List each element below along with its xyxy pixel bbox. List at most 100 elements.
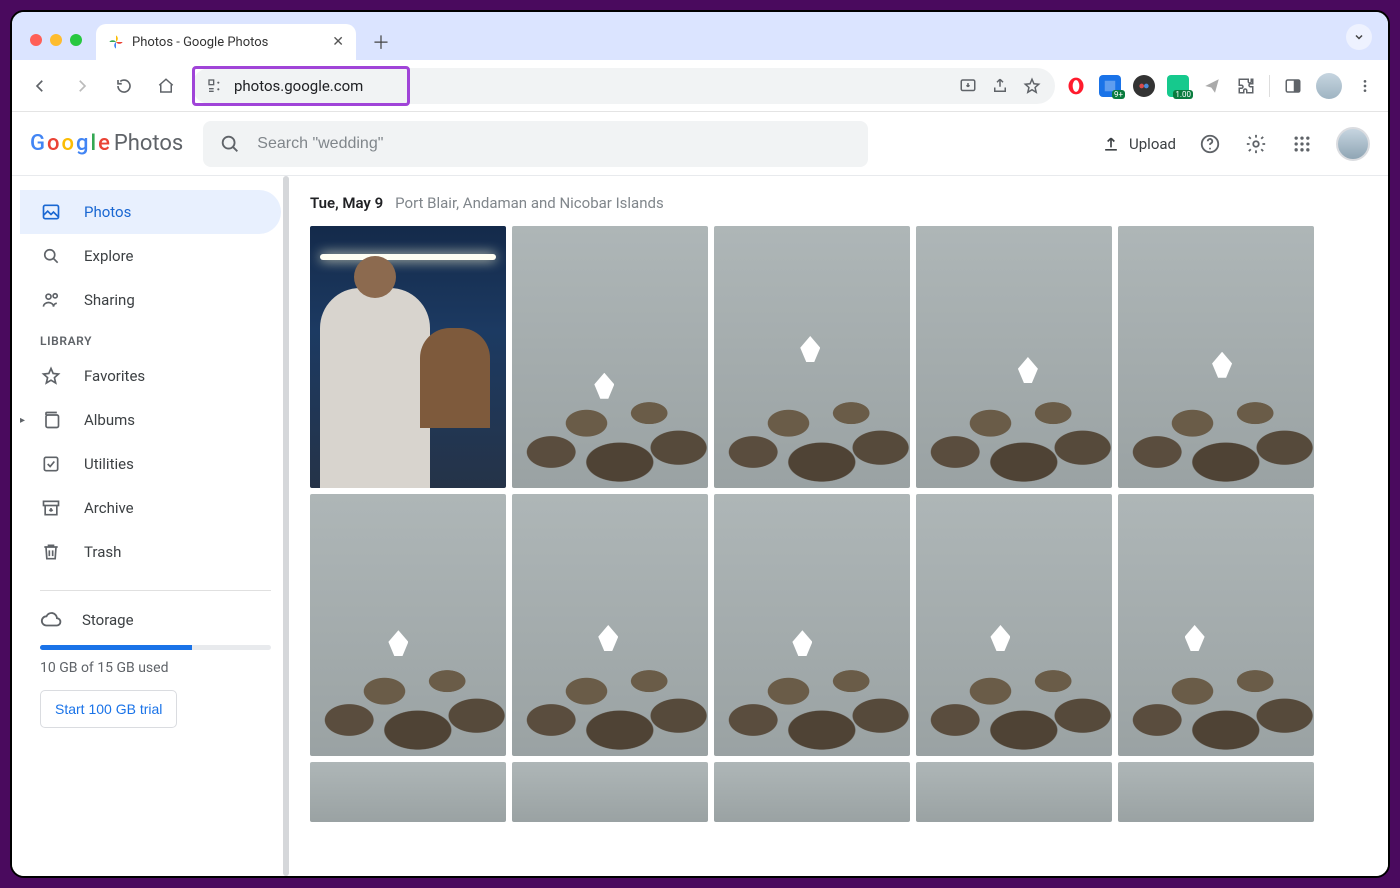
photo-thumbnail[interactable] — [310, 762, 506, 822]
date-header: Tue, May 9 Port Blair, Andaman and Nicob… — [310, 194, 1370, 212]
utilities-icon — [40, 453, 62, 475]
sidebar-section-library: LIBRARY — [20, 322, 291, 354]
start-trial-button[interactable]: Start 100 GB trial — [40, 690, 177, 728]
storage-progress-fill — [40, 645, 192, 650]
photo-thumbnail[interactable] — [310, 494, 506, 756]
url-text: photos.google.com — [234, 77, 363, 95]
apps-grid-icon[interactable] — [1290, 132, 1314, 156]
extension-blue-icon[interactable]: 9+ — [1099, 75, 1121, 97]
sidebar-item-utilities[interactable]: Utilities — [20, 442, 281, 486]
photo-thumbnail[interactable] — [1118, 226, 1314, 488]
extensions-row: 9+ 1.00 — [1065, 73, 1376, 99]
albums-icon — [40, 409, 62, 431]
tab-close-icon[interactable]: ✕ — [332, 34, 344, 50]
profile-avatar[interactable] — [1316, 73, 1342, 99]
site-settings-icon[interactable] — [206, 77, 224, 95]
back-button[interactable] — [24, 70, 56, 102]
bookmark-star-icon[interactable] — [1023, 77, 1041, 95]
photo-thumbnail[interactable] — [916, 226, 1112, 488]
sidebar-item-favorites[interactable]: Favorites — [20, 354, 281, 398]
chevron-right-icon[interactable]: ▸ — [20, 415, 25, 426]
extension-blue-badge: 9+ — [1112, 90, 1125, 99]
upload-button[interactable]: Upload — [1101, 134, 1176, 154]
address-bar[interactable]: photos.google.com — [192, 68, 1055, 104]
storage-used-label: 10 GB of 15 GB used — [20, 660, 291, 690]
photo-thumbnail[interactable] — [512, 226, 708, 488]
sidebar-item-sharing[interactable]: Sharing — [20, 278, 281, 322]
sidebar-item-label: Albums — [84, 411, 135, 429]
photo-thumbnail[interactable] — [916, 762, 1112, 822]
storage-progress-bar — [40, 645, 271, 650]
sidebar-item-label: Storage — [82, 611, 134, 629]
sidebar-item-albums[interactable]: ▸ Albums — [20, 398, 281, 442]
cloud-icon — [40, 609, 62, 631]
forward-button[interactable] — [66, 70, 98, 102]
sidebar-item-label: Photos — [84, 203, 131, 221]
extensions-puzzle-icon[interactable] — [1235, 75, 1257, 97]
upload-label: Upload — [1129, 135, 1176, 153]
browser-window: Photos - Google Photos ✕ ＋ photos.google… — [10, 10, 1390, 878]
window-controls — [30, 34, 82, 46]
search-box[interactable] — [203, 121, 868, 167]
photo-thumbnail[interactable] — [714, 226, 910, 488]
share-icon[interactable] — [991, 77, 1009, 95]
account-avatar[interactable] — [1336, 127, 1370, 161]
maximize-window-button[interactable] — [70, 34, 82, 46]
photo-thumbnail[interactable] — [310, 226, 506, 488]
header-actions: Upload — [1101, 127, 1370, 161]
help-icon[interactable] — [1198, 132, 1222, 156]
sidebar-item-explore[interactable]: Explore — [20, 234, 281, 278]
close-window-button[interactable] — [30, 34, 42, 46]
home-button[interactable] — [150, 70, 182, 102]
toolbar: photos.google.com 9+ — [12, 60, 1388, 112]
sharing-icon — [40, 289, 62, 311]
photo-grid-area[interactable]: Tue, May 9 Port Blair, Andaman and Nicob… — [292, 176, 1388, 876]
extension-grammarly-badge: 1.00 — [1173, 90, 1193, 99]
sidebar: Photos Explore Sharing LIBRARY — [12, 176, 292, 876]
photo-thumbnail[interactable] — [714, 494, 910, 756]
sidebar-item-label: Favorites — [84, 367, 145, 385]
sidebar-divider — [40, 590, 271, 591]
sidebar-item-trash[interactable]: Trash — [20, 530, 281, 574]
search-icon — [219, 133, 241, 155]
google-photos-logo[interactable]: Google Photos — [30, 131, 183, 156]
photo-thumbnail[interactable] — [512, 494, 708, 756]
tab-strip: Photos - Google Photos ✕ ＋ — [12, 12, 1388, 60]
tab-title: Photos - Google Photos — [132, 35, 324, 50]
sidebar-item-archive[interactable]: Archive — [20, 486, 281, 530]
extension-opera-icon[interactable] — [1065, 75, 1087, 97]
date-label: Tue, May 9 — [310, 194, 383, 212]
photo-thumbnail[interactable] — [512, 762, 708, 822]
new-tab-button[interactable]: ＋ — [366, 27, 396, 57]
app-header: Google Photos Upload — [12, 112, 1388, 176]
install-app-icon[interactable] — [959, 77, 977, 95]
photo-thumbnail[interactable] — [714, 762, 910, 822]
star-icon — [40, 365, 62, 387]
sidebar-item-label: Utilities — [84, 455, 134, 473]
photo-grid — [310, 226, 1370, 822]
browser-tab[interactable]: Photos - Google Photos ✕ — [96, 24, 356, 60]
reload-button[interactable] — [108, 70, 140, 102]
address-bar-actions — [959, 77, 1041, 95]
settings-gear-icon[interactable] — [1244, 132, 1268, 156]
minimize-window-button[interactable] — [50, 34, 62, 46]
extension-dark-icon[interactable] — [1133, 75, 1155, 97]
tabs-dropdown-button[interactable] — [1346, 24, 1372, 50]
extension-grammarly-icon[interactable]: 1.00 — [1167, 75, 1189, 97]
photo-thumbnail[interactable] — [1118, 494, 1314, 756]
trash-icon — [40, 541, 62, 563]
archive-icon — [40, 497, 62, 519]
search-input[interactable] — [255, 134, 852, 154]
photo-thumbnail[interactable] — [1118, 762, 1314, 822]
sidebar-item-label: Explore — [84, 247, 134, 265]
extension-paper-plane-icon[interactable] — [1201, 75, 1223, 97]
side-panel-icon[interactable] — [1282, 75, 1304, 97]
app-main: Photos Explore Sharing LIBRARY — [12, 176, 1388, 876]
photos-icon — [40, 201, 62, 223]
logo-suffix: Photos — [114, 131, 183, 156]
sidebar-item-photos[interactable]: Photos — [20, 190, 281, 234]
photo-thumbnail[interactable] — [916, 494, 1112, 756]
sidebar-item-label: Archive — [84, 499, 134, 517]
chrome-menu-icon[interactable] — [1354, 75, 1376, 97]
sidebar-item-storage[interactable]: Storage — [20, 609, 291, 631]
